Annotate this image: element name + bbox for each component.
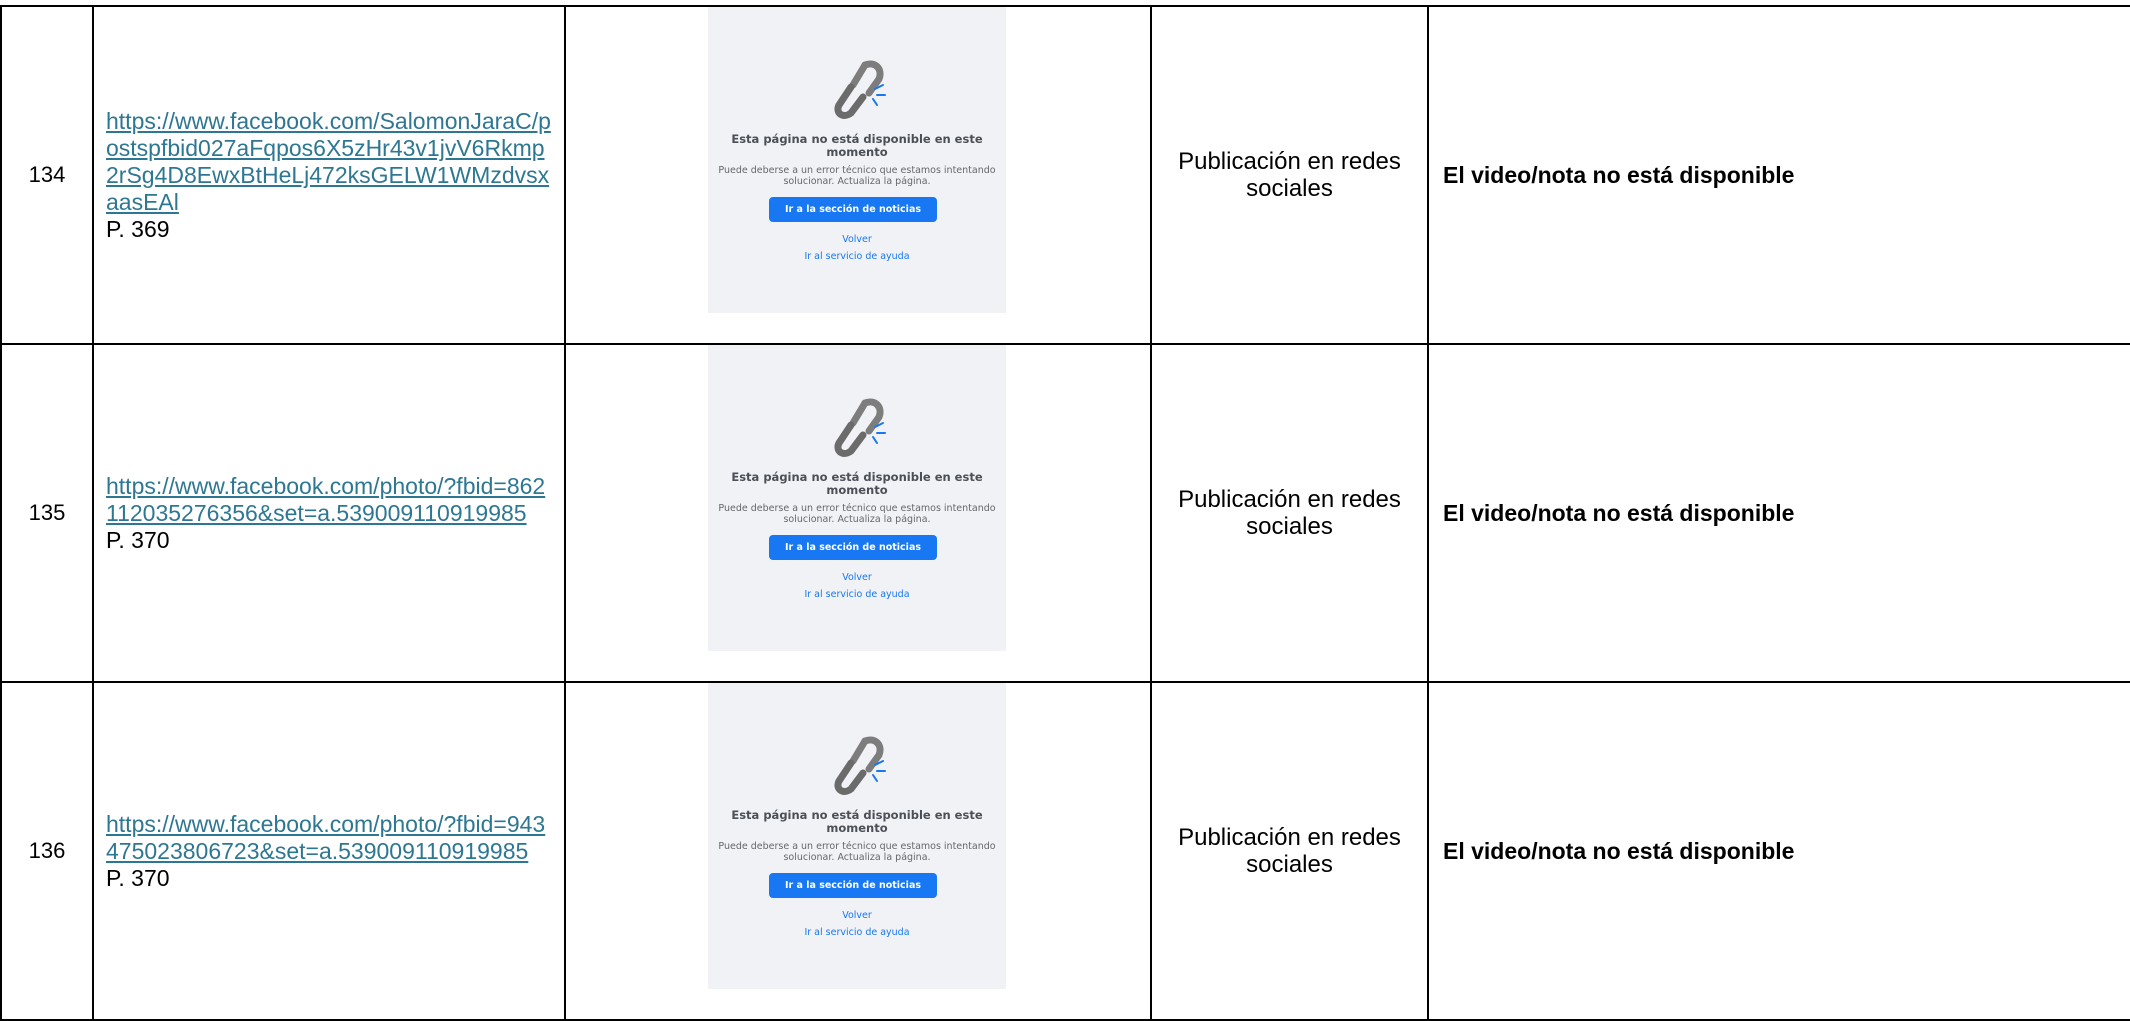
unavailable-description: Puede deberse a un error técnico que est… (718, 503, 996, 525)
facebook-unavailable-screenshot: Esta página no está disponible en este m… (708, 683, 1006, 989)
back-link[interactable]: Volver (708, 234, 1006, 245)
unavailable-description: Puede deberse a un error técnico que est… (718, 841, 996, 863)
help-center-link[interactable]: Ir al servicio de ayuda (708, 589, 1006, 600)
availability-status: El video/nota no está disponible (1427, 343, 2130, 683)
news-feed-button[interactable]: Ir a la sección de noticias (769, 873, 937, 898)
unavailable-description: Puede deberse a un error técnico que est… (718, 165, 996, 187)
content-type: Publicación en redes sociales (1150, 681, 1429, 1021)
unavailable-title: Esta página no está disponible en este m… (731, 132, 983, 159)
url-cell: https://www.facebook.com/photo/?fbid=862… (92, 343, 566, 683)
row-number: 135 (0, 343, 94, 683)
broken-link-icon (834, 736, 886, 795)
help-center-link[interactable]: Ir al servicio de ayuda (708, 927, 1006, 938)
facebook-url-link[interactable]: https://www.facebook.com/photo/?fbid=862… (106, 473, 554, 527)
table-body: 134 https://www.facebook.com/SalomonJara… (0, 5, 2130, 1021)
facebook-unavailable-screenshot: Esta página no está disponible en este m… (708, 7, 1006, 313)
availability-status: El video/nota no está disponible (1427, 681, 2130, 1021)
availability-status: El video/nota no está disponible (1427, 5, 2130, 345)
url-cell: https://www.facebook.com/photo/?fbid=943… (92, 681, 566, 1021)
back-link[interactable]: Volver (708, 572, 1006, 583)
facebook-url-link[interactable]: https://www.facebook.com/photo/?fbid=943… (106, 811, 554, 865)
screenshot-cell: Esta página no está disponible en este m… (564, 681, 1152, 1021)
page-reference: P. 369 (106, 215, 170, 242)
broken-link-icon (834, 60, 886, 119)
page-reference: P. 370 (106, 864, 170, 891)
evidence-table: 134 https://www.facebook.com/SalomonJara… (0, 5, 2130, 1021)
facebook-unavailable-screenshot: Esta página no está disponible en este m… (708, 345, 1006, 651)
facebook-url-link[interactable]: https://www.facebook.com/SalomonJaraC/po… (106, 108, 554, 216)
broken-link-icon (834, 398, 886, 457)
table-row: 134 https://www.facebook.com/SalomonJara… (0, 5, 2130, 345)
url-cell: https://www.facebook.com/SalomonJaraC/po… (92, 5, 566, 345)
table-row: 135 https://www.facebook.com/photo/?fbid… (0, 343, 2130, 683)
table-row: 136 https://www.facebook.com/photo/?fbid… (0, 681, 2130, 1021)
news-feed-button[interactable]: Ir a la sección de noticias (769, 535, 937, 560)
page-reference: P. 370 (106, 526, 170, 553)
screenshot-cell: Esta página no está disponible en este m… (564, 343, 1152, 683)
content-type: Publicación en redes sociales (1150, 5, 1429, 345)
content-type: Publicación en redes sociales (1150, 343, 1429, 683)
row-number: 134 (0, 5, 94, 345)
help-center-link[interactable]: Ir al servicio de ayuda (708, 251, 1006, 262)
row-number: 136 (0, 681, 94, 1021)
back-link[interactable]: Volver (708, 910, 1006, 921)
unavailable-title: Esta página no está disponible en este m… (731, 470, 983, 497)
news-feed-button[interactable]: Ir a la sección de noticias (769, 197, 937, 222)
screenshot-cell: Esta página no está disponible en este m… (564, 5, 1152, 345)
unavailable-title: Esta página no está disponible en este m… (731, 808, 983, 835)
